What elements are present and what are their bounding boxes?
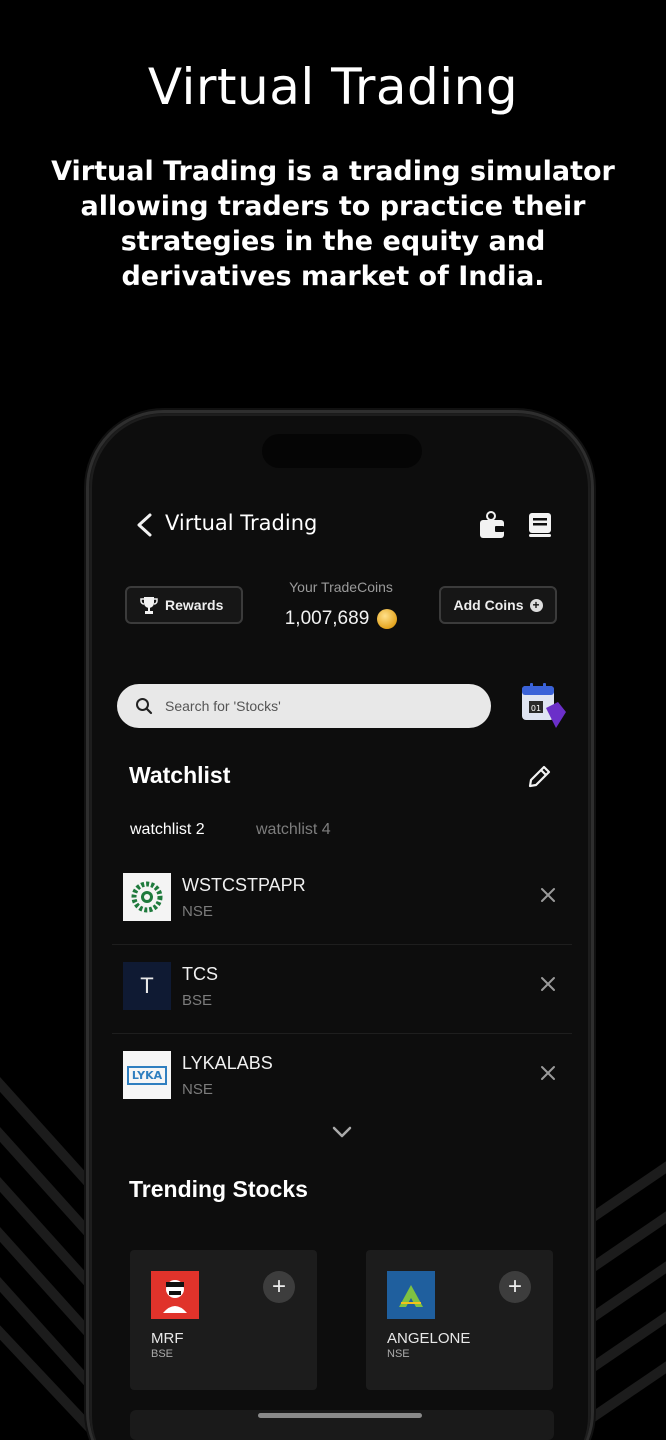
trophy-icon: [140, 597, 158, 614]
rewards-label: Rewards: [165, 597, 224, 613]
wallet-icon[interactable]: [478, 510, 506, 540]
tradecoins-label: Your TradeCoins: [289, 579, 393, 595]
remove-close-icon[interactable]: [537, 884, 559, 906]
tradecoins-balance: 1,007,689: [252, 608, 430, 630]
add-to-watchlist-plus-icon[interactable]: +: [499, 1271, 531, 1303]
rewards-button[interactable]: Rewards: [125, 586, 243, 624]
card-symbol: MRF: [151, 1330, 184, 1347]
watchlist-item-wstcstpapr[interactable]: WSTCSTPAPR NSE: [112, 856, 572, 945]
remove-close-icon[interactable]: [537, 973, 559, 995]
card-exchange: NSE: [387, 1348, 410, 1360]
promo-subtitle: Virtual Trading is a trading simulator a…: [51, 156, 615, 292]
watchlist-item-lykalabs[interactable]: LYKA LYKALABS NSE: [112, 1034, 572, 1123]
app-screen: Virtual Trading Rewards Your TradeCoins …: [90, 414, 590, 1440]
trending-stocks-title: Trending Stocks: [129, 1176, 308, 1202]
search-icon: [136, 698, 153, 715]
dynamic-island: [262, 434, 422, 468]
coin-icon: [377, 609, 398, 629]
page-title: Virtual Trading: [165, 511, 318, 535]
search-bar[interactable]: [117, 684, 491, 728]
stock-symbol: WSTCSTPAPR: [182, 875, 306, 895]
stock-exchange: BSE: [182, 992, 213, 1009]
card-exchange: BSE: [151, 1348, 174, 1360]
watchlist-item-tcs[interactable]: T TCS BSE: [112, 945, 572, 1034]
card-symbol: ANGELONE: [387, 1330, 471, 1347]
stock-symbol: LYKALABS: [182, 1053, 273, 1073]
tradecoins-value: 1,007,689: [284, 608, 370, 629]
stock-exchange: NSE: [182, 903, 213, 920]
lyka-logo-text: LYKA: [126, 1065, 168, 1085]
trending-card-mrf[interactable]: + MRF BSE: [130, 1250, 317, 1390]
tcs-logo: T: [123, 962, 171, 1010]
lykalabs-logo: LYKA: [123, 1051, 171, 1099]
plus-icon: +: [529, 598, 543, 612]
add-to-watchlist-plus-icon[interactable]: +: [263, 1271, 295, 1303]
remove-close-icon[interactable]: [537, 1062, 559, 1084]
book-icon[interactable]: [526, 512, 554, 538]
search-input[interactable]: [165, 698, 465, 714]
svg-text:01: 01: [531, 704, 541, 713]
promo-title: Virtual Trading: [147, 58, 519, 116]
calendar-icon[interactable]: 01: [520, 682, 568, 732]
mrf-logo: [151, 1271, 199, 1319]
home-indicator[interactable]: [258, 1413, 422, 1418]
watchlist-title: Watchlist: [129, 762, 231, 788]
trending-card-angelone[interactable]: + ANGELONE NSE: [366, 1250, 553, 1390]
tab-watchlist-4[interactable]: watchlist 4: [256, 821, 331, 839]
add-coins-label: Add Coins: [453, 597, 524, 613]
stock-exchange: NSE: [182, 1081, 213, 1098]
add-coins-button[interactable]: Add Coins +: [439, 586, 557, 624]
back-arrow-icon[interactable]: [132, 510, 156, 540]
chevron-down-icon[interactable]: [328, 1121, 356, 1143]
stock-symbol: TCS: [182, 964, 218, 984]
angelone-logo: [387, 1271, 435, 1319]
wstcstpapr-logo: [123, 873, 171, 921]
tab-watchlist-2[interactable]: watchlist 2: [130, 821, 205, 839]
edit-pencil-icon[interactable]: [526, 764, 552, 790]
